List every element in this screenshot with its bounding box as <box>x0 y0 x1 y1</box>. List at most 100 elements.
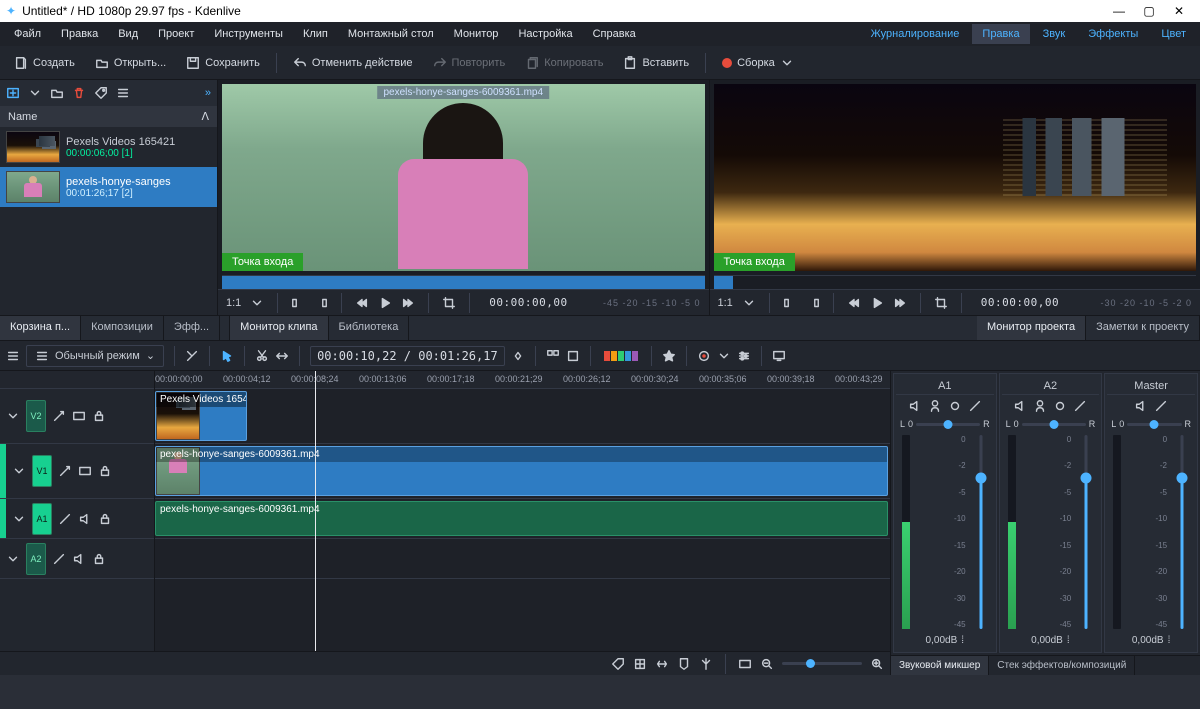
project-monitor-timecode[interactable]: 00:00:00,00 <box>981 296 1059 309</box>
spinner-icon[interactable]: ⁞ <box>961 635 964 646</box>
add-clip-icon[interactable] <box>6 86 20 100</box>
effects-icon[interactable] <box>58 464 72 478</box>
settings-icon[interactable] <box>737 349 751 363</box>
monitor-icon[interactable] <box>772 349 786 363</box>
solo-icon[interactable] <box>928 399 942 413</box>
zoom-slider[interactable] <box>782 662 862 665</box>
effects-icon[interactable] <box>1073 399 1087 413</box>
colors-icon[interactable] <box>601 349 641 363</box>
effects-icon[interactable] <box>52 409 66 423</box>
tab-notes[interactable]: Заметки к проекту <box>1086 316 1200 340</box>
record-icon[interactable] <box>948 399 962 413</box>
zone-out-icon[interactable] <box>314 296 328 310</box>
chevron-down-icon[interactable] <box>250 296 264 310</box>
tag-icon[interactable] <box>611 657 625 671</box>
bin-clip-item[interactable]: Pexels Videos 165421 00:00:06;00 [1] <box>0 127 217 167</box>
effects-icon[interactable] <box>52 552 66 566</box>
tab-effects[interactable]: Эфф... <box>164 316 220 340</box>
track-label[interactable]: A1 <box>32 503 52 535</box>
clip-monitor-timecode[interactable]: 00:00:00,00 <box>489 296 567 309</box>
timeline-clip[interactable]: pexels-honye-sanges-6009361.mp4 <box>155 501 888 536</box>
grid-icon[interactable] <box>546 349 560 363</box>
collapse-icon[interactable] <box>6 409 20 423</box>
spinner-icon[interactable]: ⁞ <box>1067 635 1070 646</box>
spinner-icon[interactable]: ⁞ <box>1168 635 1171 646</box>
lock-icon[interactable] <box>92 409 106 423</box>
mute-icon[interactable] <box>1013 399 1027 413</box>
pan-control[interactable]: L0R <box>1107 417 1195 431</box>
timeline-canvas[interactable]: 00:00:00;00 00:00:04;12 00:00:08;24 00:0… <box>155 371 890 651</box>
ws-edit[interactable]: Правка <box>972 24 1029 44</box>
rewind-icon[interactable] <box>847 296 861 310</box>
mute-icon[interactable] <box>908 399 922 413</box>
proxy-icon[interactable] <box>566 349 580 363</box>
zoom-out-icon[interactable] <box>760 657 774 671</box>
project-monitor-ruler[interactable] <box>714 275 1197 289</box>
volume-fader[interactable] <box>974 435 988 629</box>
track-header-a1[interactable]: A1 <box>0 499 154 539</box>
menu-file[interactable]: Файл <box>4 24 51 44</box>
track-label[interactable]: V1 <box>32 455 52 487</box>
fit-icon[interactable] <box>655 657 669 671</box>
tag-icon[interactable] <box>94 86 108 100</box>
play-icon[interactable] <box>870 296 884 310</box>
track-header-a2[interactable]: A2 <box>0 539 154 579</box>
zoom-ratio[interactable]: 1:1 <box>718 297 733 309</box>
effects-icon[interactable] <box>1154 399 1168 413</box>
preview-render-icon[interactable] <box>697 349 711 363</box>
track-v1[interactable]: pexels-honye-sanges-6009361.mp4 <box>155 444 890 499</box>
track-v2[interactable]: Pexels Videos 1654 <box>155 389 890 444</box>
folder-icon[interactable] <box>50 86 64 100</box>
menu-clip[interactable]: Клип <box>293 24 338 44</box>
track-header-v2[interactable]: V2 <box>0 389 154 444</box>
zoom-ratio[interactable]: 1:1 <box>226 297 241 309</box>
bin-clip-item[interactable]: pexels-honye-sanges 00:01:26;17 [2] <box>0 167 217 207</box>
track-a2[interactable] <box>155 539 890 579</box>
expand-icon[interactable]: » <box>205 87 211 99</box>
timeline-clip[interactable]: Pexels Videos 1654 <box>155 391 247 441</box>
zone-out-icon[interactable] <box>806 296 820 310</box>
tab-bin[interactable]: Корзина п... <box>0 316 81 340</box>
bin-column-header[interactable]: Name ᐱ <box>0 106 217 127</box>
zone-in-icon[interactable] <box>291 296 305 310</box>
menu-timeline[interactable]: Монтажный стол <box>338 24 444 44</box>
zone-in-icon[interactable] <box>783 296 797 310</box>
rewind-icon[interactable] <box>355 296 369 310</box>
tool-spacer-icon[interactable] <box>275 349 289 363</box>
timeline-timecode[interactable]: 00:00:10,22 / 00:01:26,17 <box>310 346 505 366</box>
menu-view[interactable]: Вид <box>108 24 148 44</box>
play-icon[interactable] <box>378 296 392 310</box>
menu-edit[interactable]: Правка <box>51 24 108 44</box>
mute-icon[interactable] <box>78 512 92 526</box>
open-button[interactable]: Открыть... <box>87 52 174 74</box>
track-header-v1[interactable]: V1 <box>0 444 154 499</box>
ws-effects[interactable]: Эффекты <box>1078 24 1148 44</box>
favorite-icon[interactable] <box>662 349 676 363</box>
zoom-in-icon[interactable] <box>870 657 884 671</box>
lock-icon[interactable] <box>92 552 106 566</box>
render-button[interactable]: Сборка <box>714 52 802 74</box>
track-menu-icon[interactable] <box>6 349 20 363</box>
tab-mixer[interactable]: Звуковой микшер <box>891 656 989 675</box>
lock-icon[interactable] <box>98 464 112 478</box>
tab-clip-monitor[interactable]: Монитор клипа <box>230 316 328 340</box>
track-label[interactable]: V2 <box>26 400 46 432</box>
spinner-icon[interactable] <box>511 349 525 363</box>
guide-icon[interactable] <box>699 657 713 671</box>
collapse-icon[interactable] <box>12 464 26 478</box>
chevron-down-icon[interactable] <box>28 86 42 100</box>
menu-settings[interactable]: Настройка <box>508 24 582 44</box>
effects-icon[interactable] <box>968 399 982 413</box>
chevron-down-icon[interactable] <box>742 296 756 310</box>
lock-icon[interactable] <box>98 512 112 526</box>
pan-control[interactable]: L0R <box>896 417 994 431</box>
tool-composite-icon[interactable] <box>185 349 199 363</box>
chevron-down-icon[interactable] <box>717 349 731 363</box>
tab-compositions[interactable]: Композиции <box>81 316 164 340</box>
playhead[interactable] <box>315 371 316 651</box>
ws-color[interactable]: Цвет <box>1151 24 1196 44</box>
clip-monitor-ruler[interactable] <box>222 275 705 289</box>
hide-icon[interactable] <box>72 409 86 423</box>
snap-icon[interactable] <box>633 657 647 671</box>
save-button[interactable]: Сохранить <box>178 52 268 74</box>
